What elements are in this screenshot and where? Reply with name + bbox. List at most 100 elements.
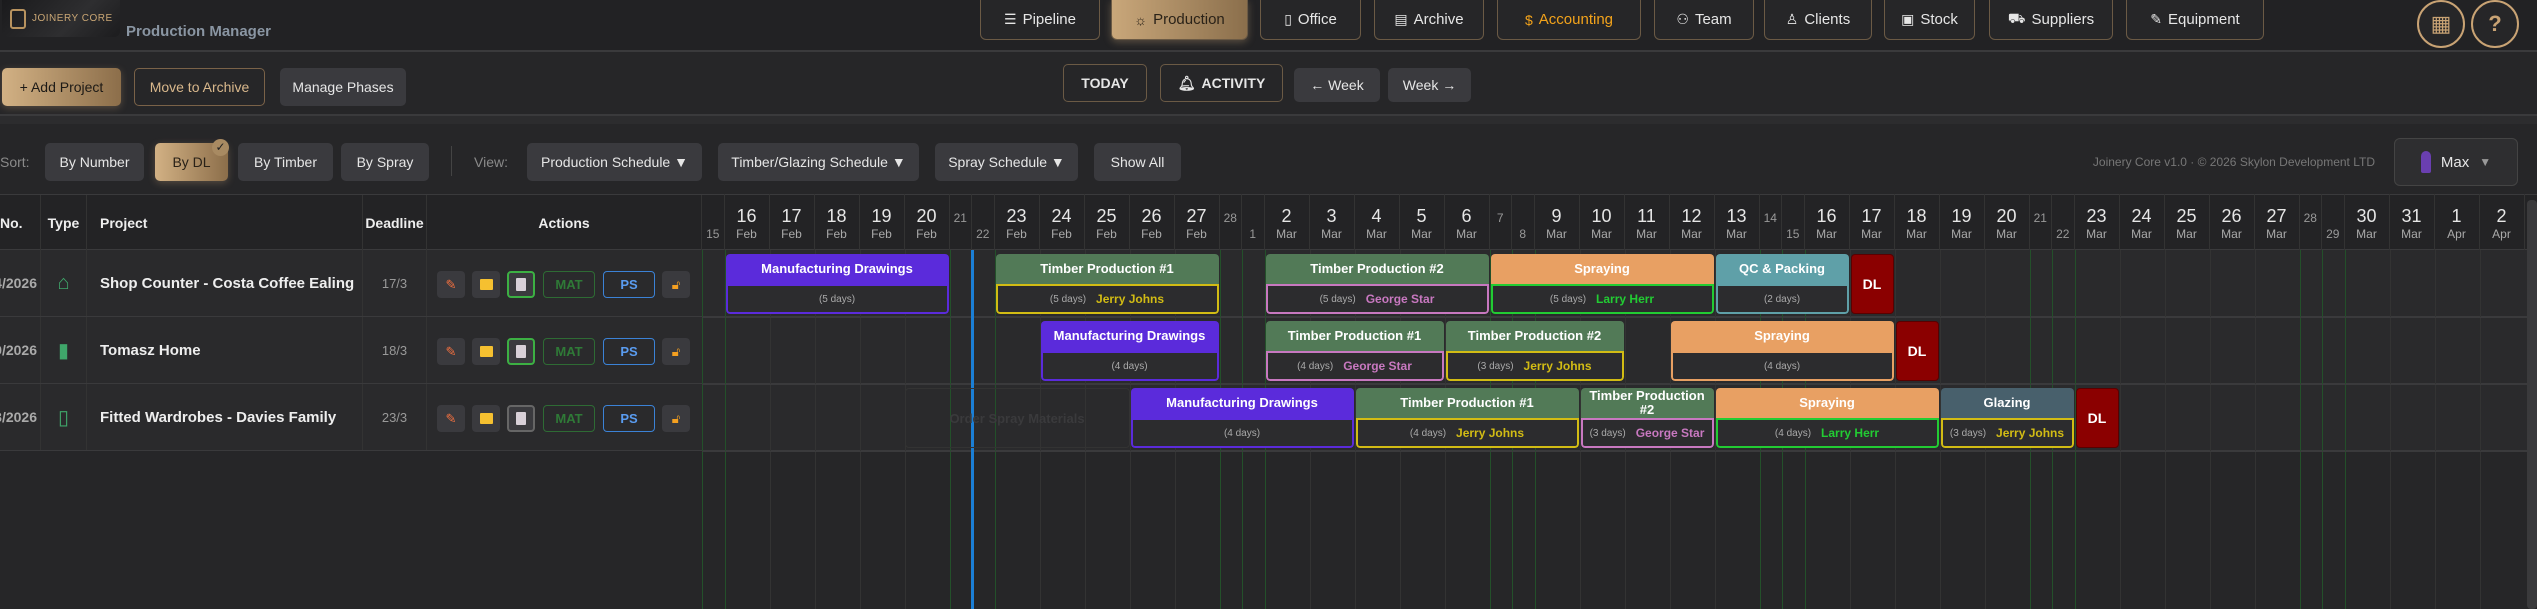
phase-bar-spraying[interactable]: Spraying (4 days) Larry Herr [1715, 388, 1939, 448]
day-number: 11 [1637, 206, 1656, 226]
deadline-marker[interactable]: DL [2075, 388, 2119, 448]
sort-by-timber[interactable]: By Timber [238, 143, 333, 181]
folder-button[interactable] [472, 338, 500, 365]
project-name[interactable]: Fitted Wardrobes - Davies Family [87, 384, 363, 450]
footer-copyright: Joinery Core v1.0 · © 2026 Skylon Develo… [2092, 155, 2375, 169]
document-button[interactable] [507, 271, 535, 298]
nav-accounting[interactable]: $ Accounting [1497, 0, 1641, 40]
help-button[interactable]: ? [2471, 0, 2519, 48]
day-number: 1 [1249, 227, 1257, 241]
phase-bar-timber[interactable]: Timber Production #2 (3 days) George Star [1580, 388, 1714, 448]
nav-label: Pipeline [1022, 11, 1076, 28]
materials-button[interactable]: MAT [543, 338, 595, 365]
nav-team[interactable]: ⚇ Team [1654, 0, 1754, 40]
day-month: Feb [1141, 227, 1162, 241]
phase-details: (2 days) [1715, 284, 1849, 314]
vertical-scrollbar[interactable] [2527, 200, 2537, 609]
grid-line [2254, 250, 2256, 609]
phase-assignee: Jerry Johns [1996, 426, 2065, 440]
sort-by-spray[interactable]: By Spray [341, 143, 429, 181]
project-name[interactable]: Shop Counter - Costa Coffee Ealing [87, 250, 363, 316]
production-sheet-button[interactable]: PS [603, 271, 655, 298]
today-button[interactable]: TODAY [1063, 64, 1147, 102]
document-icon [516, 345, 526, 358]
nav-clients[interactable]: ♙ Clients [1764, 0, 1872, 40]
activity-button[interactable]: 🔔︎ ACTIVITY [1160, 64, 1283, 102]
next-week-button[interactable]: Week → [1388, 68, 1471, 102]
deadline-marker[interactable]: DL [1850, 254, 1894, 314]
day-month: Feb [916, 227, 937, 241]
edit-button[interactable]: ✎ [437, 271, 465, 298]
phase-bar-glazing[interactable]: Glazing (3 days) Jerry Johns [1940, 388, 2074, 448]
user-dropdown[interactable]: Max ▼ [2394, 138, 2518, 186]
day-number: 23 [2086, 206, 2107, 226]
spray-schedule-dropdown[interactable]: Spray Schedule ▼ [935, 143, 1078, 181]
phase-bar-spraying[interactable]: Spraying (5 days) Larry Herr [1490, 254, 1714, 314]
day-header: 22 [972, 194, 995, 250]
pencil-icon: ✎ [445, 343, 457, 359]
logo-text: JOINERY CORE [32, 13, 113, 24]
folder-button[interactable] [472, 271, 500, 298]
phase-bar-drawings[interactable]: Manufacturing Drawings (5 days) [725, 254, 949, 314]
document-button[interactable] [507, 338, 535, 365]
lock-button[interactable]: 🔓︎ [662, 405, 690, 432]
document-button[interactable] [507, 405, 535, 432]
phase-bar-spraying[interactable]: Spraying (4 days) [1670, 321, 1894, 381]
lock-button[interactable]: 🔓︎ [662, 271, 690, 298]
prev-week-button[interactable]: ← Week [1294, 68, 1380, 102]
nav-label: Suppliers [2031, 11, 2095, 28]
manage-phases-button[interactable]: Manage Phases [280, 68, 406, 106]
nav-stock[interactable]: ▣ Stock [1884, 0, 1975, 40]
project-deadline: 23/3 [363, 384, 427, 450]
logo[interactable]: JOINERY CORE [2, 0, 120, 37]
phase-bar-timber[interactable]: Timber Production #2 (5 days) George Star [1265, 254, 1489, 314]
ghost-task: Order Spray Materials [904, 388, 1130, 448]
nav-archive[interactable]: ▤ Archive [1374, 0, 1484, 40]
lock-button[interactable]: 🔓︎ [662, 338, 690, 365]
day-number: 2 [1281, 206, 1292, 226]
day-number: 13 [1726, 206, 1747, 226]
day-header: 24 Mar [2120, 194, 2165, 250]
nav-equipment[interactable]: ✎ Equipment [2126, 0, 2264, 40]
phase-bar-timber[interactable]: Timber Production #1 (5 days) Jerry Johns [995, 254, 1219, 314]
project-name[interactable]: Tomasz Home [87, 317, 363, 383]
calculator-button[interactable]: ▦ [2417, 0, 2465, 48]
nav-office[interactable]: ▯ Office [1260, 0, 1361, 40]
add-project-button[interactable]: + Add Project [2, 68, 121, 106]
day-number: 14 [1763, 211, 1777, 225]
sort-by-number[interactable]: By Number [45, 143, 144, 181]
deadline-marker[interactable]: DL [1895, 321, 1939, 381]
move-to-archive-button[interactable]: Move to Archive [134, 68, 265, 106]
day-month: Mar [2221, 227, 2242, 241]
logo-mark-icon [10, 8, 26, 29]
wrench-icon: ✎ [2150, 11, 2162, 27]
nav-pipeline[interactable]: ☰ Pipeline [980, 0, 1100, 40]
nav-production[interactable]: ☼ Production [1111, 0, 1248, 40]
day-header: 18 Mar [1895, 194, 1940, 250]
phase-bar-timber[interactable]: Timber Production #1 (4 days) Jerry Johns [1355, 388, 1579, 448]
edit-button[interactable]: ✎ [437, 338, 465, 365]
production-sheet-button[interactable]: PS [603, 338, 655, 365]
phase-bar-qc[interactable]: QC & Packing (2 days) [1715, 254, 1849, 314]
production-sheet-button[interactable]: PS [603, 405, 655, 432]
nav-suppliers[interactable]: ⛟ Suppliers [1989, 0, 2113, 40]
phase-bar-drawings[interactable]: Manufacturing Drawings (4 days) [1040, 321, 1219, 381]
timber-glazing-schedule-dropdown[interactable]: Timber/Glazing Schedule ▼ [718, 143, 919, 181]
project-deadline: 18/3 [363, 317, 427, 383]
day-number: 24 [1051, 206, 1072, 226]
check-icon: ✓ [212, 139, 229, 156]
show-all-button[interactable]: Show All [1094, 143, 1181, 181]
production-schedule-dropdown[interactable]: Production Schedule ▼ [527, 143, 702, 181]
phase-bar-timber[interactable]: Timber Production #2 (3 days) Jerry Johns [1445, 321, 1624, 381]
materials-button[interactable]: MAT [543, 271, 595, 298]
edit-button[interactable]: ✎ [437, 405, 465, 432]
gantt-timeline: 15 16 Feb 17 Feb 18 Feb 19 Feb 20 Feb 21 22 23 Feb 24 Fe… [702, 194, 2537, 609]
phase-label: Timber Production #1 [1265, 321, 1444, 351]
folder-button[interactable] [472, 405, 500, 432]
help-icon: ? [2488, 11, 2502, 36]
phase-bar-timber[interactable]: Timber Production #1 (4 days) George Star [1265, 321, 1444, 381]
phase-details: (4 days) [1670, 351, 1894, 381]
nav-label: Equipment [2168, 11, 2240, 28]
phase-bar-drawings[interactable]: Manufacturing Drawings (4 days) [1130, 388, 1354, 448]
materials-button[interactable]: MAT [543, 405, 595, 432]
